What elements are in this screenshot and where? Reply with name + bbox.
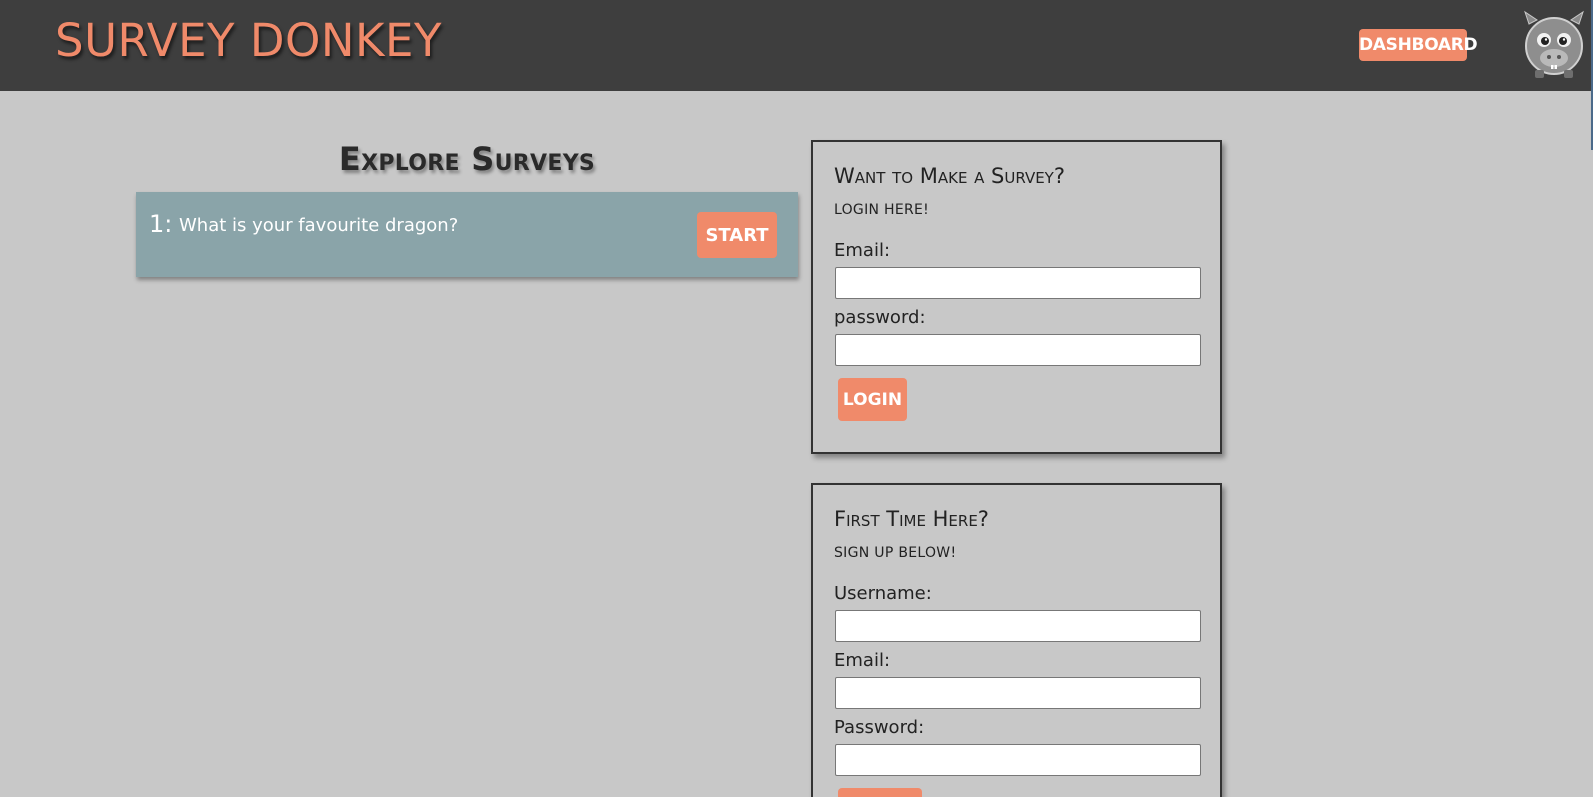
top-navbar: SURVEY DONKEY DASHBOARD — [0, 0, 1593, 91]
signup-panel: First Time Here? sign up below! Username… — [811, 483, 1222, 797]
login-panel-subtitle: login here! — [834, 202, 930, 218]
login-email-input[interactable] — [835, 267, 1201, 299]
start-survey-button[interactable]: START — [697, 212, 777, 258]
signup-panel-subtitle: sign up below! — [834, 545, 957, 561]
login-panel-title: Want to Make a Survey? — [834, 164, 1065, 188]
login-button[interactable]: LOGIN — [838, 378, 907, 421]
survey-card: 1: What is your favourite dragon? START — [136, 192, 798, 277]
explore-surveys-heading: Explore Surveys — [338, 140, 596, 178]
brand-logo-text[interactable]: SURVEY DONKEY — [55, 14, 442, 67]
login-panel: Want to Make a Survey? login here! Email… — [811, 140, 1222, 454]
signup-username-label: Username: — [834, 583, 932, 604]
survey-question: What is your favourite dragon? — [179, 215, 459, 236]
login-email-label: Email: — [834, 240, 891, 261]
login-password-input[interactable] — [835, 334, 1201, 366]
signup-panel-title: First Time Here? — [834, 507, 989, 531]
signup-password-label: Password: — [834, 717, 925, 738]
dashboard-button[interactable]: DASHBOARD — [1359, 29, 1478, 61]
signup-username-input[interactable] — [835, 610, 1201, 642]
signup-password-input[interactable] — [835, 744, 1201, 776]
donkey-avatar-icon[interactable] — [1523, 10, 1585, 80]
login-password-label: password: — [834, 307, 926, 328]
survey-number: 1: — [149, 210, 173, 238]
signup-email-label: Email: — [834, 650, 891, 671]
signup-email-input[interactable] — [835, 677, 1201, 709]
signup-button[interactable] — [838, 788, 922, 797]
